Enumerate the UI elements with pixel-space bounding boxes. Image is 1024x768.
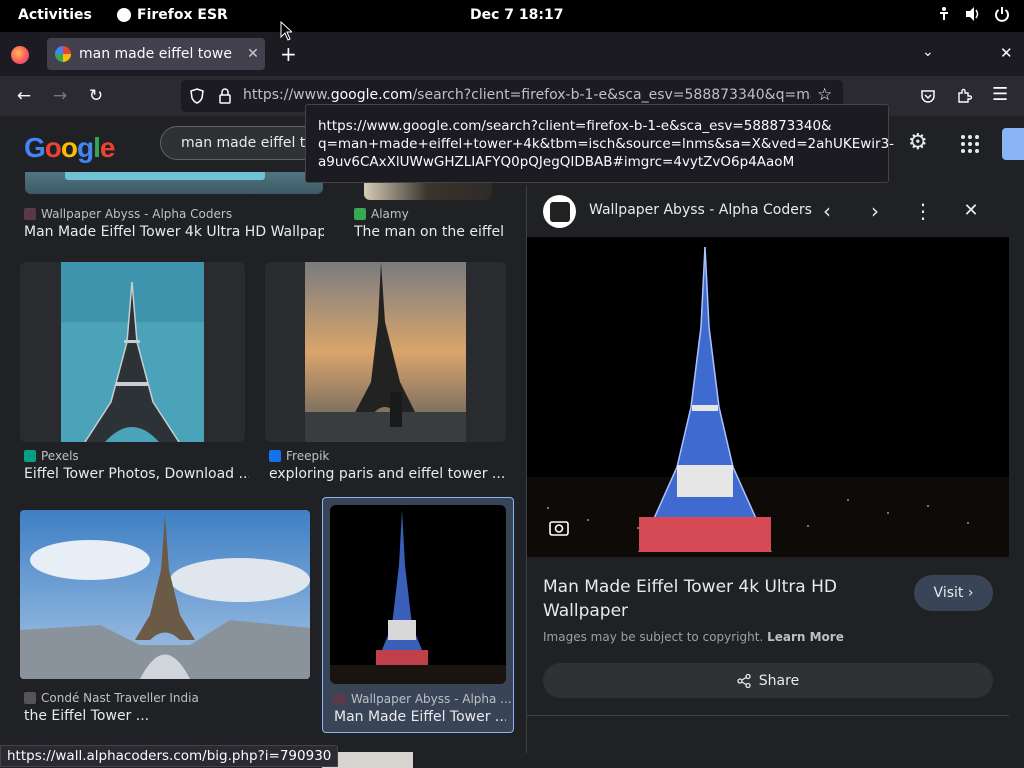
status-bar-url: https://wall.alphacoders.com/big.php?i=7…	[0, 745, 339, 767]
page-content: Wallpaper Abyss - Alpha Coders Man Made …	[0, 116, 1024, 768]
visit-button[interactable]: Visit ›	[914, 575, 993, 611]
more-vert-icon[interactable]: ⋮	[910, 198, 936, 224]
panel-title[interactable]: Man Made Eiffel Tower 4k Ultra HD Wallpa…	[543, 575, 873, 623]
lens-camera-icon[interactable]	[549, 518, 569, 536]
result-title[interactable]: the Eiffel Tower ...	[24, 708, 304, 724]
result-image-5[interactable]	[20, 510, 310, 679]
panel-source-name[interactable]: Wallpaper Abyss - Alpha Coders	[589, 202, 812, 218]
result-image-6-selected[interactable]: Wallpaper Abyss - Alpha ... Man Made Eif…	[322, 497, 514, 733]
result-source-label: Wallpaper Abyss - Alpha Coders	[41, 207, 233, 221]
source-favicon-icon	[334, 693, 346, 705]
result-image-4[interactable]	[265, 262, 506, 442]
source-favicon-icon	[24, 450, 36, 462]
bookmark-star-icon[interactable]: ☆	[817, 85, 832, 105]
url-path: /search?client=firefox-b-1-e&sca_esv=588…	[412, 87, 811, 103]
system-top-bar: Activities Firefox ESR Dec 7 18:17	[0, 0, 1024, 32]
result-source[interactable]: Pexels	[24, 449, 79, 463]
url-tooltip: https://www.google.com/search?client=fir…	[305, 104, 895, 183]
tab-close-icon[interactable]: ✕	[241, 46, 265, 62]
result-title[interactable]: Man Made Eiffel Tower 4k Ultra HD Wallpa…	[24, 224, 324, 240]
image-preview-panel: Wallpaper Abyss - Alpha Coders ‹ › ⋮ ✕ M…	[526, 185, 1009, 753]
source-favicon-icon	[354, 208, 366, 220]
source-favicon-icon[interactable]	[543, 195, 576, 228]
firefox-view-icon[interactable]	[11, 46, 29, 64]
pocket-icon[interactable]	[920, 88, 936, 104]
chevron-left-icon[interactable]: ‹	[814, 198, 840, 224]
result-title[interactable]: The man on the eiffel...	[354, 224, 504, 240]
list-tabs-chevron-down-icon[interactable]: ⌄	[922, 44, 934, 60]
system-tray[interactable]	[936, 6, 1010, 22]
window-close-icon[interactable]: ✕	[1000, 44, 1013, 62]
hamburger-menu-icon[interactable]: ☰	[992, 84, 1008, 105]
result-source-label: Pexels	[41, 449, 79, 463]
mouse-cursor-icon	[280, 21, 292, 41]
copyright-notice: Images may be subject to copyright. Lear…	[543, 630, 844, 644]
result-source[interactable]: Wallpaper Abyss - Alpha Coders	[24, 207, 232, 221]
settings-gear-icon[interactable]: ⚙	[908, 130, 928, 155]
google-logo[interactable]: Google	[24, 132, 115, 164]
result-source-label: Wallpaper Abyss - Alpha ...	[351, 692, 512, 706]
share-icon	[737, 673, 751, 688]
app-name-label: Firefox ESR	[137, 7, 228, 23]
accessibility-icon	[940, 7, 948, 20]
result-image-3[interactable]	[20, 262, 245, 442]
tab-active[interactable]: man made eiffel tower 4k ✕	[47, 38, 265, 70]
preview-image[interactable]	[527, 237, 1009, 557]
new-tab-button[interactable]: +	[280, 42, 297, 66]
panel-header: Wallpaper Abyss - Alpha Coders ‹ › ⋮ ✕	[527, 185, 1009, 237]
tooltip-line: a9uv6CAxXlUWwGHZLIAFYQ0pQJegQIDBAB#imgrc…	[318, 154, 795, 170]
firefox-icon	[117, 8, 131, 22]
tab-title: man made eiffel tower 4k	[79, 46, 233, 62]
app-menu[interactable]: Firefox ESR	[117, 7, 228, 23]
result-title[interactable]: exploring paris and eiffel tower ...	[269, 466, 509, 482]
sign-in-button[interactable]	[1002, 128, 1024, 160]
close-icon[interactable]: ✕	[958, 198, 984, 224]
apps-grid-icon[interactable]	[961, 135, 979, 153]
result-title[interactable]: Man Made Eiffel Tower ...	[334, 709, 506, 725]
google-favicon-icon	[55, 46, 71, 62]
url-prefix: https://www.	[243, 87, 331, 103]
url-domain: google.com	[330, 87, 413, 103]
tooltip-line: q=man+made+eiffel+tower+4k&tbm=isch&sour…	[318, 136, 895, 152]
visit-label: Visit	[933, 585, 964, 601]
result-source[interactable]: Condé Nast Traveller India	[24, 691, 199, 705]
tab-strip: man made eiffel tower 4k ✕ + ⌄ ✕	[0, 32, 1024, 76]
result-source-label: Alamy	[371, 207, 409, 221]
url-text[interactable]: https://www.google.com/search?client=fir…	[243, 87, 811, 103]
activities-button[interactable]: Activities	[18, 7, 92, 23]
chevron-right-icon[interactable]: ›	[862, 198, 888, 224]
result-source-label: Condé Nast Traveller India	[41, 691, 199, 705]
result-source[interactable]: Alamy	[354, 207, 409, 221]
tooltip-line: https://www.google.com/search?client=fir…	[318, 118, 832, 134]
share-label: Share	[758, 672, 800, 689]
clock[interactable]: Dec 7 18:17	[470, 7, 563, 23]
volume-icon	[966, 7, 979, 21]
learn-more-link[interactable]: Learn More	[767, 630, 844, 644]
shield-icon[interactable]	[189, 88, 205, 104]
power-icon	[995, 7, 1009, 22]
extensions-icon[interactable]	[956, 88, 972, 104]
copyright-text: Images may be subject to copyright.	[543, 630, 764, 644]
result-title[interactable]: Eiffel Tower Photos, Download ...	[24, 466, 249, 482]
source-favicon-icon	[269, 450, 281, 462]
forward-arrow-icon[interactable]: →	[48, 84, 72, 108]
source-favicon-icon	[24, 208, 36, 220]
panel-divider	[527, 715, 1009, 716]
result-source[interactable]: Freepik	[269, 449, 329, 463]
back-arrow-icon[interactable]: ←	[12, 84, 36, 108]
lock-icon[interactable]	[218, 88, 232, 104]
share-button[interactable]: Share	[543, 663, 993, 698]
chevron-right-icon: ›	[967, 585, 974, 601]
result-source[interactable]: Wallpaper Abyss - Alpha ...	[334, 692, 512, 706]
result-source-label: Freepik	[286, 449, 330, 463]
search-input[interactable]: man made eiffel tow	[160, 126, 320, 160]
source-favicon-icon	[24, 692, 36, 704]
reload-icon[interactable]: ↻	[84, 84, 108, 108]
